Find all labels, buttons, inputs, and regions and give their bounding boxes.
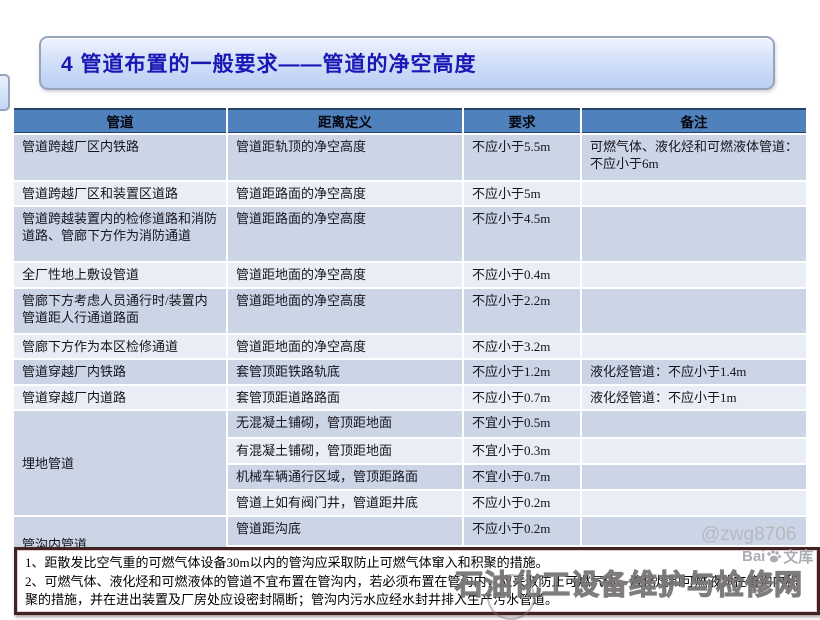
cell-pipeline: 管廊下方考虑人员通行时/装置内管道距人行通道路面 <box>14 289 226 333</box>
cell-pipeline: 管道跨越装置内的检修道路和消防道路、管廊下方作为消防通道 <box>14 207 226 261</box>
cell-definition: 管道上如有阀门井，管道距井底 <box>228 491 462 515</box>
cell-definition: 套管顶距道路路面 <box>228 386 462 409</box>
cell-definition: 管道距沟底 <box>228 517 462 545</box>
cell-requirement: 不应小于2.2m <box>464 289 580 333</box>
cell-requirement: 不应小于0.2m <box>464 491 580 515</box>
cell-definition: 无混凝土铺砌，管顶距地面 <box>228 411 462 437</box>
cell-definition: 管道距地面的净空高度 <box>228 263 462 287</box>
column-header-1: 距离定义 <box>228 108 462 133</box>
cell-pipeline: 管道穿越厂内道路 <box>14 386 226 409</box>
baidu-wenku-logo: Bai 文库 <box>742 546 813 567</box>
user-watermark: @zwg8706 <box>701 524 796 546</box>
baidu-logo-suffix: 文库 <box>783 546 813 567</box>
cell-requirement: 不宜小于0.3m <box>464 439 580 463</box>
cell-requirement: 不应小于4.5m <box>464 207 580 261</box>
cell-requirement: 不宜小于0.7m <box>464 465 580 489</box>
table-row: 管道跨越厂区内铁路管道距轨顶的净空高度不应小于5.5m可燃气体、液化烃和可燃液体… <box>14 135 806 180</box>
cell-requirement: 不应小于0.2m <box>464 517 580 545</box>
cell-requirement: 不应小于0.4m <box>464 263 580 287</box>
slide: 4 管道布置的一般要求——管道的净空高度 管道距离定义要求备注 管道跨越厂区内铁… <box>0 0 820 620</box>
site-watermark: 石油化工设备维护与检修网 <box>455 563 815 603</box>
column-header-3: 备注 <box>582 108 806 133</box>
cell-pipeline: 埋地管道 <box>14 411 226 515</box>
cell-remark <box>582 335 806 358</box>
cell-definition: 管道距路面的净空高度 <box>228 182 462 205</box>
spec-table-container: 管道距离定义要求备注 管道跨越厂区内铁路管道距轨顶的净空高度不应小于5.5m可燃… <box>12 106 808 573</box>
table-row: 管道跨越厂区和装置区道路管道距路面的净空高度不应小于5m <box>14 182 806 205</box>
page-title: 4 管道布置的一般要求——管道的净空高度 <box>41 48 477 78</box>
cell-requirement: 不应小于1.2m <box>464 360 580 384</box>
table-row: 管道穿越厂内道路套管顶距道路路面不应小于0.7m液化烃管道：不应小于1m <box>14 386 806 409</box>
baidu-logo-prefix: Bai <box>742 548 765 565</box>
column-header-0: 管道 <box>14 108 226 133</box>
cell-requirement: 不宜小于0.5m <box>464 411 580 437</box>
cell-remark: 可燃气体、液化烃和可燃液体管道：不应小于6m <box>582 135 806 180</box>
paw-icon <box>766 549 782 564</box>
cell-remark <box>582 207 806 261</box>
cell-pipeline: 管道穿越厂内铁路 <box>14 360 226 384</box>
cell-pipeline: 全厂性地上敷设管道 <box>14 263 226 287</box>
cell-requirement: 不应小于3.2m <box>464 335 580 358</box>
table-row: 管廊下方考虑人员通行时/装置内管道距人行通道路面管道距地面的净空高度不应小于2.… <box>14 289 806 333</box>
column-header-2: 要求 <box>464 108 580 133</box>
cell-remark <box>582 263 806 287</box>
table-header-row: 管道距离定义要求备注 <box>14 108 806 133</box>
table-row: 全厂性地上敷设管道管道距地面的净空高度不应小于0.4m <box>14 263 806 287</box>
table-row: 埋地管道无混凝土铺砌，管顶距地面不宜小于0.5m <box>14 411 806 437</box>
cell-definition: 管道距路面的净空高度 <box>228 207 462 261</box>
title-banner: 4 管道布置的一般要求——管道的净空高度 <box>39 36 775 90</box>
background-shape <box>0 74 10 111</box>
cell-requirement: 不应小于5.5m <box>464 135 580 180</box>
cell-definition: 管道距地面的净空高度 <box>228 335 462 358</box>
cell-remark <box>582 182 806 205</box>
cell-remark <box>582 465 806 489</box>
table-row: 管廊下方作为本区检修通道管道距地面的净空高度不应小于3.2m <box>14 335 806 358</box>
cell-pipeline: 管道跨越厂区和装置区道路 <box>14 182 226 205</box>
cell-definition: 有混凝土铺砌，管顶距地面 <box>228 439 462 463</box>
cell-requirement: 不应小于0.7m <box>464 386 580 409</box>
cell-remark <box>582 439 806 463</box>
table-body: 管道跨越厂区内铁路管道距轨顶的净空高度不应小于5.5m可燃气体、液化烃和可燃液体… <box>14 135 806 571</box>
table-row: 管道穿越厂内铁路套管顶距铁路轨底不应小于1.2m液化烃管道：不应小于1.4m <box>14 360 806 384</box>
cell-requirement: 不应小于5m <box>464 182 580 205</box>
cell-pipeline: 管道跨越厂区内铁路 <box>14 135 226 180</box>
cell-remark <box>582 491 806 515</box>
cell-pipeline: 管廊下方作为本区检修通道 <box>14 335 226 358</box>
table-row: 管沟内管道管道距沟底不应小于0.2m <box>14 517 806 545</box>
cell-definition: 套管顶距铁路轨底 <box>228 360 462 384</box>
table-row: 管道跨越装置内的检修道路和消防道路、管廊下方作为消防通道管道距路面的净空高度不应… <box>14 207 806 261</box>
cell-remark: 液化烃管道：不应小于1m <box>582 386 806 409</box>
cell-remark <box>582 289 806 333</box>
cell-remark <box>582 411 806 437</box>
cell-definition: 管道距轨顶的净空高度 <box>228 135 462 180</box>
cell-definition: 管道距地面的净空高度 <box>228 289 462 333</box>
cell-remark: 液化烃管道：不应小于1.4m <box>582 360 806 384</box>
cell-definition: 机械车辆通行区域，管顶距路面 <box>228 465 462 489</box>
clearance-spec-table: 管道距离定义要求备注 管道跨越厂区内铁路管道距轨顶的净空高度不应小于5.5m可燃… <box>12 106 808 573</box>
